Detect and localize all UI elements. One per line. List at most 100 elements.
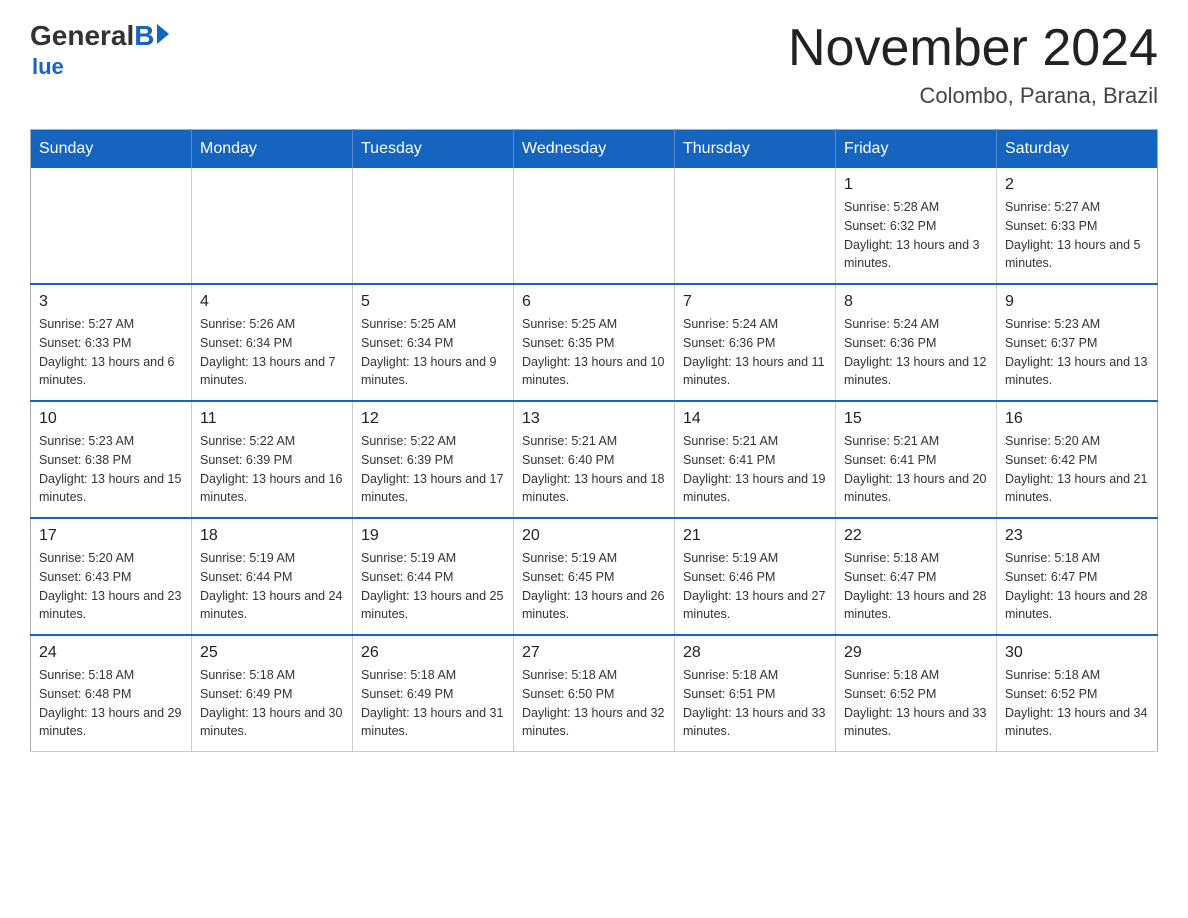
calendar-cell: 19Sunrise: 5:19 AM Sunset: 6:44 PM Dayli…: [353, 518, 514, 635]
day-info: Sunrise: 5:19 AM Sunset: 6:46 PM Dayligh…: [683, 549, 827, 624]
calendar-cell: 10 Sunrise: 5:23 AM Sunset: 6:38 PM Dayli…: [31, 401, 192, 518]
calendar-header-wednesday: Wednesday: [514, 130, 675, 169]
day-info: Sunrise: 5:19 AM Sunset: 6:44 PM Dayligh…: [200, 549, 344, 624]
day-number: 26: [361, 644, 505, 662]
day-number: 6: [522, 293, 666, 311]
calendar-cell: 3 Sunrise: 5:27 AM Sunset: 6:33 PM Daylig…: [31, 284, 192, 401]
day-info: Sunrise: 5:27 AM Sunset: 6:33 PM Dayligh…: [1005, 198, 1149, 273]
calendar-header-row: SundayMondayTuesdayWednesdayThursdayFrid…: [31, 130, 1158, 169]
day-info: Sunrise: 5:20 AM Sunset: 6:43 PM Dayligh…: [39, 549, 183, 624]
day-number: 18: [200, 527, 344, 545]
calendar-cell: 15 Sunrise: 5:21 AM Sunset: 6:41 PM Dayli…: [836, 401, 997, 518]
calendar-cell: 16 Sunrise: 5:20 AM Sunset: 6:42 PM Dayli…: [997, 401, 1158, 518]
day-info: Sunrise: 5:18 AM Sunset: 6:47 PM Dayligh…: [1005, 549, 1149, 624]
day-number: 7: [683, 293, 827, 311]
calendar-cell: 26 Sunrise: 5:18 AM Sunset: 6:49 PM Dayli…: [353, 635, 514, 752]
day-info: Sunrise: 5:21 AM Sunset: 6:41 PM Dayligh…: [683, 432, 827, 507]
day-number: 28: [683, 644, 827, 662]
day-info: Sunrise: 5:18 AM Sunset: 6:52 PM Dayligh…: [1005, 666, 1149, 741]
calendar-cell: [675, 168, 836, 284]
month-title: November 2024: [788, 20, 1158, 77]
calendar-cell: 11 Sunrise: 5:22 AM Sunset: 6:39 PM Dayli…: [192, 401, 353, 518]
logo-blue-label: lue: [32, 54, 64, 80]
calendar-cell: 21 Sunrise: 5:19 AM Sunset: 6:46 PM Dayli…: [675, 518, 836, 635]
day-number: 5: [361, 293, 505, 311]
calendar-cell: 2Sunrise: 5:27 AM Sunset: 6:33 PM Daylig…: [997, 168, 1158, 284]
day-info: Sunrise: 5:19 AM Sunset: 6:45 PM Dayligh…: [522, 549, 666, 624]
day-info: Sunrise: 5:20 AM Sunset: 6:42 PM Dayligh…: [1005, 432, 1149, 507]
day-info: Sunrise: 5:25 AM Sunset: 6:35 PM Dayligh…: [522, 315, 666, 390]
logo-arrow-icon: [157, 24, 169, 44]
day-info: Sunrise: 5:23 AM Sunset: 6:38 PM Dayligh…: [39, 432, 183, 507]
day-info: Sunrise: 5:26 AM Sunset: 6:34 PM Dayligh…: [200, 315, 344, 390]
day-number: 11: [200, 410, 344, 428]
calendar-cell: 9 Sunrise: 5:23 AM Sunset: 6:37 PM Daylig…: [997, 284, 1158, 401]
day-info: Sunrise: 5:18 AM Sunset: 6:48 PM Dayligh…: [39, 666, 183, 741]
day-info: Sunrise: 5:27 AM Sunset: 6:33 PM Dayligh…: [39, 315, 183, 390]
day-info: Sunrise: 5:21 AM Sunset: 6:40 PM Dayligh…: [522, 432, 666, 507]
day-number: 4: [200, 293, 344, 311]
page-header: General B lue November 2024 Colombo, Par…: [30, 20, 1158, 109]
calendar-cell: 8 Sunrise: 5:24 AM Sunset: 6:36 PM Daylig…: [836, 284, 997, 401]
day-number: 29: [844, 644, 988, 662]
calendar-header-monday: Monday: [192, 130, 353, 169]
day-number: 14: [683, 410, 827, 428]
calendar-cell: [514, 168, 675, 284]
calendar-cell: 24 Sunrise: 5:18 AM Sunset: 6:48 PM Dayli…: [31, 635, 192, 752]
day-number: 25: [200, 644, 344, 662]
calendar-cell: 25 Sunrise: 5:18 AM Sunset: 6:49 PM Dayli…: [192, 635, 353, 752]
calendar-cell: 30 Sunrise: 5:18 AM Sunset: 6:52 PM Dayli…: [997, 635, 1158, 752]
calendar-header-sunday: Sunday: [31, 130, 192, 169]
day-info: Sunrise: 5:18 AM Sunset: 6:47 PM Dayligh…: [844, 549, 988, 624]
calendar-header-friday: Friday: [836, 130, 997, 169]
calendar-cell: 27 Sunrise: 5:18 AM Sunset: 6:50 PM Dayli…: [514, 635, 675, 752]
calendar-cell: 5 Sunrise: 5:25 AM Sunset: 6:34 PM Daylig…: [353, 284, 514, 401]
logo-blue-part: B: [134, 20, 168, 52]
day-info: Sunrise: 5:24 AM Sunset: 6:36 PM Dayligh…: [844, 315, 988, 390]
calendar-table: SundayMondayTuesdayWednesdayThursdayFrid…: [30, 129, 1158, 752]
day-info: Sunrise: 5:25 AM Sunset: 6:34 PM Dayligh…: [361, 315, 505, 390]
day-info: Sunrise: 5:18 AM Sunset: 6:50 PM Dayligh…: [522, 666, 666, 741]
day-number: 10: [39, 410, 183, 428]
day-number: 3: [39, 293, 183, 311]
day-number: 21: [683, 527, 827, 545]
calendar-cell: [353, 168, 514, 284]
calendar-cell: 14 Sunrise: 5:21 AM Sunset: 6:41 PM Dayli…: [675, 401, 836, 518]
day-number: 17: [39, 527, 183, 545]
calendar-cell: 18 Sunrise: 5:19 AM Sunset: 6:44 PM Dayli…: [192, 518, 353, 635]
day-info: Sunrise: 5:22 AM Sunset: 6:39 PM Dayligh…: [200, 432, 344, 507]
day-info: Sunrise: 5:21 AM Sunset: 6:41 PM Dayligh…: [844, 432, 988, 507]
calendar-cell: 20 Sunrise: 5:19 AM Sunset: 6:45 PM Dayli…: [514, 518, 675, 635]
calendar-week-row: 3 Sunrise: 5:27 AM Sunset: 6:33 PM Daylig…: [31, 284, 1158, 401]
calendar-cell: 22 Sunrise: 5:18 AM Sunset: 6:47 PM Dayli…: [836, 518, 997, 635]
day-info: Sunrise: 5:18 AM Sunset: 6:49 PM Dayligh…: [361, 666, 505, 741]
day-number: 13: [522, 410, 666, 428]
location-title: Colombo, Parana, Brazil: [788, 83, 1158, 109]
day-number: 22: [844, 527, 988, 545]
day-info: Sunrise: 5:24 AM Sunset: 6:36 PM Dayligh…: [683, 315, 827, 390]
day-info: Sunrise: 5:18 AM Sunset: 6:52 PM Dayligh…: [844, 666, 988, 741]
day-number: 27: [522, 644, 666, 662]
calendar-cell: [192, 168, 353, 284]
calendar-cell: 6 Sunrise: 5:25 AM Sunset: 6:35 PM Daylig…: [514, 284, 675, 401]
calendar-week-row: 10 Sunrise: 5:23 AM Sunset: 6:38 PM Dayli…: [31, 401, 1158, 518]
calendar-cell: [31, 168, 192, 284]
calendar-cell: 12Sunrise: 5:22 AM Sunset: 6:39 PM Dayli…: [353, 401, 514, 518]
calendar-cell: 23Sunrise: 5:18 AM Sunset: 6:47 PM Dayli…: [997, 518, 1158, 635]
day-number: 30: [1005, 644, 1149, 662]
day-number: 16: [1005, 410, 1149, 428]
calendar-week-row: 24 Sunrise: 5:18 AM Sunset: 6:48 PM Dayli…: [31, 635, 1158, 752]
day-number: 15: [844, 410, 988, 428]
day-info: Sunrise: 5:18 AM Sunset: 6:49 PM Dayligh…: [200, 666, 344, 741]
day-number: 24: [39, 644, 183, 662]
day-info: Sunrise: 5:19 AM Sunset: 6:44 PM Dayligh…: [361, 549, 505, 624]
day-info: Sunrise: 5:23 AM Sunset: 6:37 PM Dayligh…: [1005, 315, 1149, 390]
day-number: 20: [522, 527, 666, 545]
day-number: 9: [1005, 293, 1149, 311]
calendar-cell: 17 Sunrise: 5:20 AM Sunset: 6:43 PM Dayli…: [31, 518, 192, 635]
calendar-header-thursday: Thursday: [675, 130, 836, 169]
day-number: 1: [844, 176, 988, 194]
title-section: November 2024 Colombo, Parana, Brazil: [788, 20, 1158, 109]
logo-b-text: B: [134, 20, 154, 52]
day-number: 8: [844, 293, 988, 311]
